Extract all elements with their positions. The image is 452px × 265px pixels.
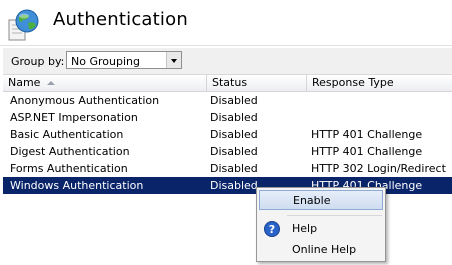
row-name: Digest Authentication (10, 145, 130, 158)
group-by-label: Group by: (11, 55, 65, 68)
row-status: Disabled (210, 145, 258, 158)
header-divider (0, 45, 452, 46)
list-row[interactable]: Forms Authentication Disabled HTTP 302 L… (3, 160, 452, 177)
menu-separator (287, 215, 382, 216)
column-header-response-type-label: Response Type (312, 76, 394, 89)
row-response-type: HTTP 401 Challenge (311, 128, 423, 141)
row-name: Anonymous Authentication (10, 94, 160, 107)
row-status: Disabled (210, 128, 258, 141)
column-header-name[interactable]: Name (3, 75, 207, 91)
svg-text:?: ? (269, 223, 275, 236)
list-header: Name Status Response Type (3, 75, 452, 92)
sort-ascending-icon (47, 81, 55, 85)
row-status: Disabled (210, 179, 258, 192)
row-response-type: HTTP 401 Challenge (311, 145, 423, 158)
row-status: Disabled (210, 94, 258, 107)
menu-item-help[interactable]: ? Help (259, 219, 383, 239)
list-row[interactable]: ASP.NET Impersonation Disabled (3, 109, 452, 126)
menu-item-help-label: Help (292, 222, 318, 235)
menu-item-enable-label: Enable (293, 194, 331, 207)
column-header-name-label: Name (8, 76, 41, 89)
globe-page-icon (8, 9, 39, 41)
row-status: Disabled (210, 162, 258, 175)
header: Authentication (0, 0, 452, 44)
menu-item-online-help[interactable]: Online Help (259, 240, 383, 260)
menu-item-enable[interactable]: Enable (259, 190, 383, 210)
menu-item-online-help-label: Online Help (292, 243, 357, 256)
chevron-down-icon[interactable] (166, 52, 181, 68)
list-row[interactable]: Basic Authentication Disabled HTTP 401 C… (3, 126, 452, 143)
row-name: ASP.NET Impersonation (10, 111, 138, 124)
page-title: Authentication (53, 9, 188, 30)
row-name: Forms Authentication (10, 162, 128, 175)
context-menu: Enable ? Help Online Help (256, 187, 386, 262)
help-icon: ? (264, 221, 280, 237)
list-row[interactable]: Digest Authentication Disabled HTTP 401 … (3, 143, 452, 160)
row-name: Basic Authentication (10, 128, 124, 141)
group-by-toolbar: Group by: No Grouping (3, 48, 452, 75)
row-name: Windows Authentication (10, 179, 144, 192)
column-header-status[interactable]: Status (207, 75, 307, 91)
list-row[interactable]: Anonymous Authentication Disabled (3, 92, 452, 109)
group-by-dropdown[interactable]: No Grouping (66, 51, 182, 69)
column-header-response-type[interactable]: Response Type (307, 75, 452, 91)
group-by-value: No Grouping (71, 55, 140, 68)
column-header-status-label: Status (212, 76, 248, 89)
row-response-type: HTTP 302 Login/Redirect (311, 162, 446, 175)
row-status: Disabled (210, 111, 258, 124)
